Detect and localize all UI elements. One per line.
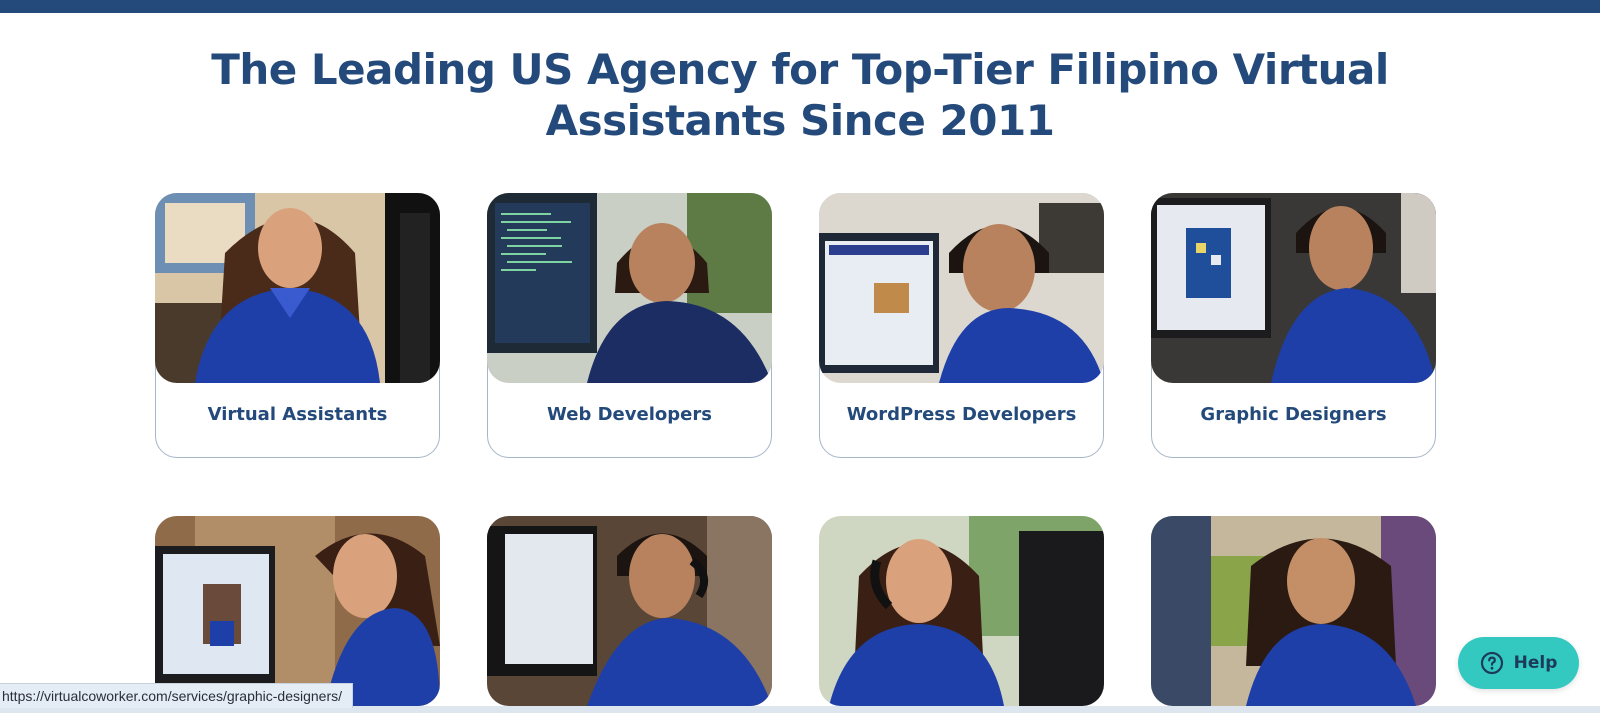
service-label-virtual-assistants: Virtual Assistants <box>207 404 388 425</box>
link-preview-status-bar: https://virtualcoworker.com/services/gra… <box>0 683 354 708</box>
wordpress-developer-photo <box>819 193 1104 383</box>
headset-assistant-photo <box>819 516 1104 706</box>
office-assistant-photo <box>1151 516 1436 706</box>
headline-line-2: Assistants Since 2011 <box>545 96 1055 145</box>
question-circle-icon <box>1480 651 1503 675</box>
service-label-web-developers: Web Developers <box>547 404 712 425</box>
service-label-wordpress-developers: WordPress Developers <box>846 404 1077 425</box>
top-nav-bar <box>0 0 1600 13</box>
service-card-row2-3[interactable] <box>819 516 1104 716</box>
headline-line-1: The Leading US Agency for Top-Tier Filip… <box>211 45 1389 94</box>
service-card-graphic-designers[interactable]: Graphic Designers <box>1151 193 1436 458</box>
virtual-assistant-photo <box>155 193 440 383</box>
service-card-virtual-assistants[interactable]: Virtual Assistants <box>155 193 440 458</box>
page-headline: The Leading US Agency for Top-Tier Filip… <box>0 44 1600 146</box>
help-label: Help <box>1513 653 1558 673</box>
web-developer-photo <box>487 193 772 383</box>
service-label-graphic-designers: Graphic Designers <box>1200 404 1387 425</box>
service-card-wordpress-developers[interactable]: WordPress Developers <box>819 193 1104 458</box>
graphic-designer-photo <box>1151 193 1436 383</box>
help-button[interactable]: Help <box>1458 637 1579 689</box>
service-card-row2-2[interactable] <box>487 516 772 716</box>
service-card-web-developers[interactable]: Web Developers <box>487 193 772 458</box>
assistant-at-monitor-photo <box>155 516 440 706</box>
service-card-row2-4[interactable] <box>1151 516 1436 716</box>
headset-agent-photo <box>487 516 772 706</box>
